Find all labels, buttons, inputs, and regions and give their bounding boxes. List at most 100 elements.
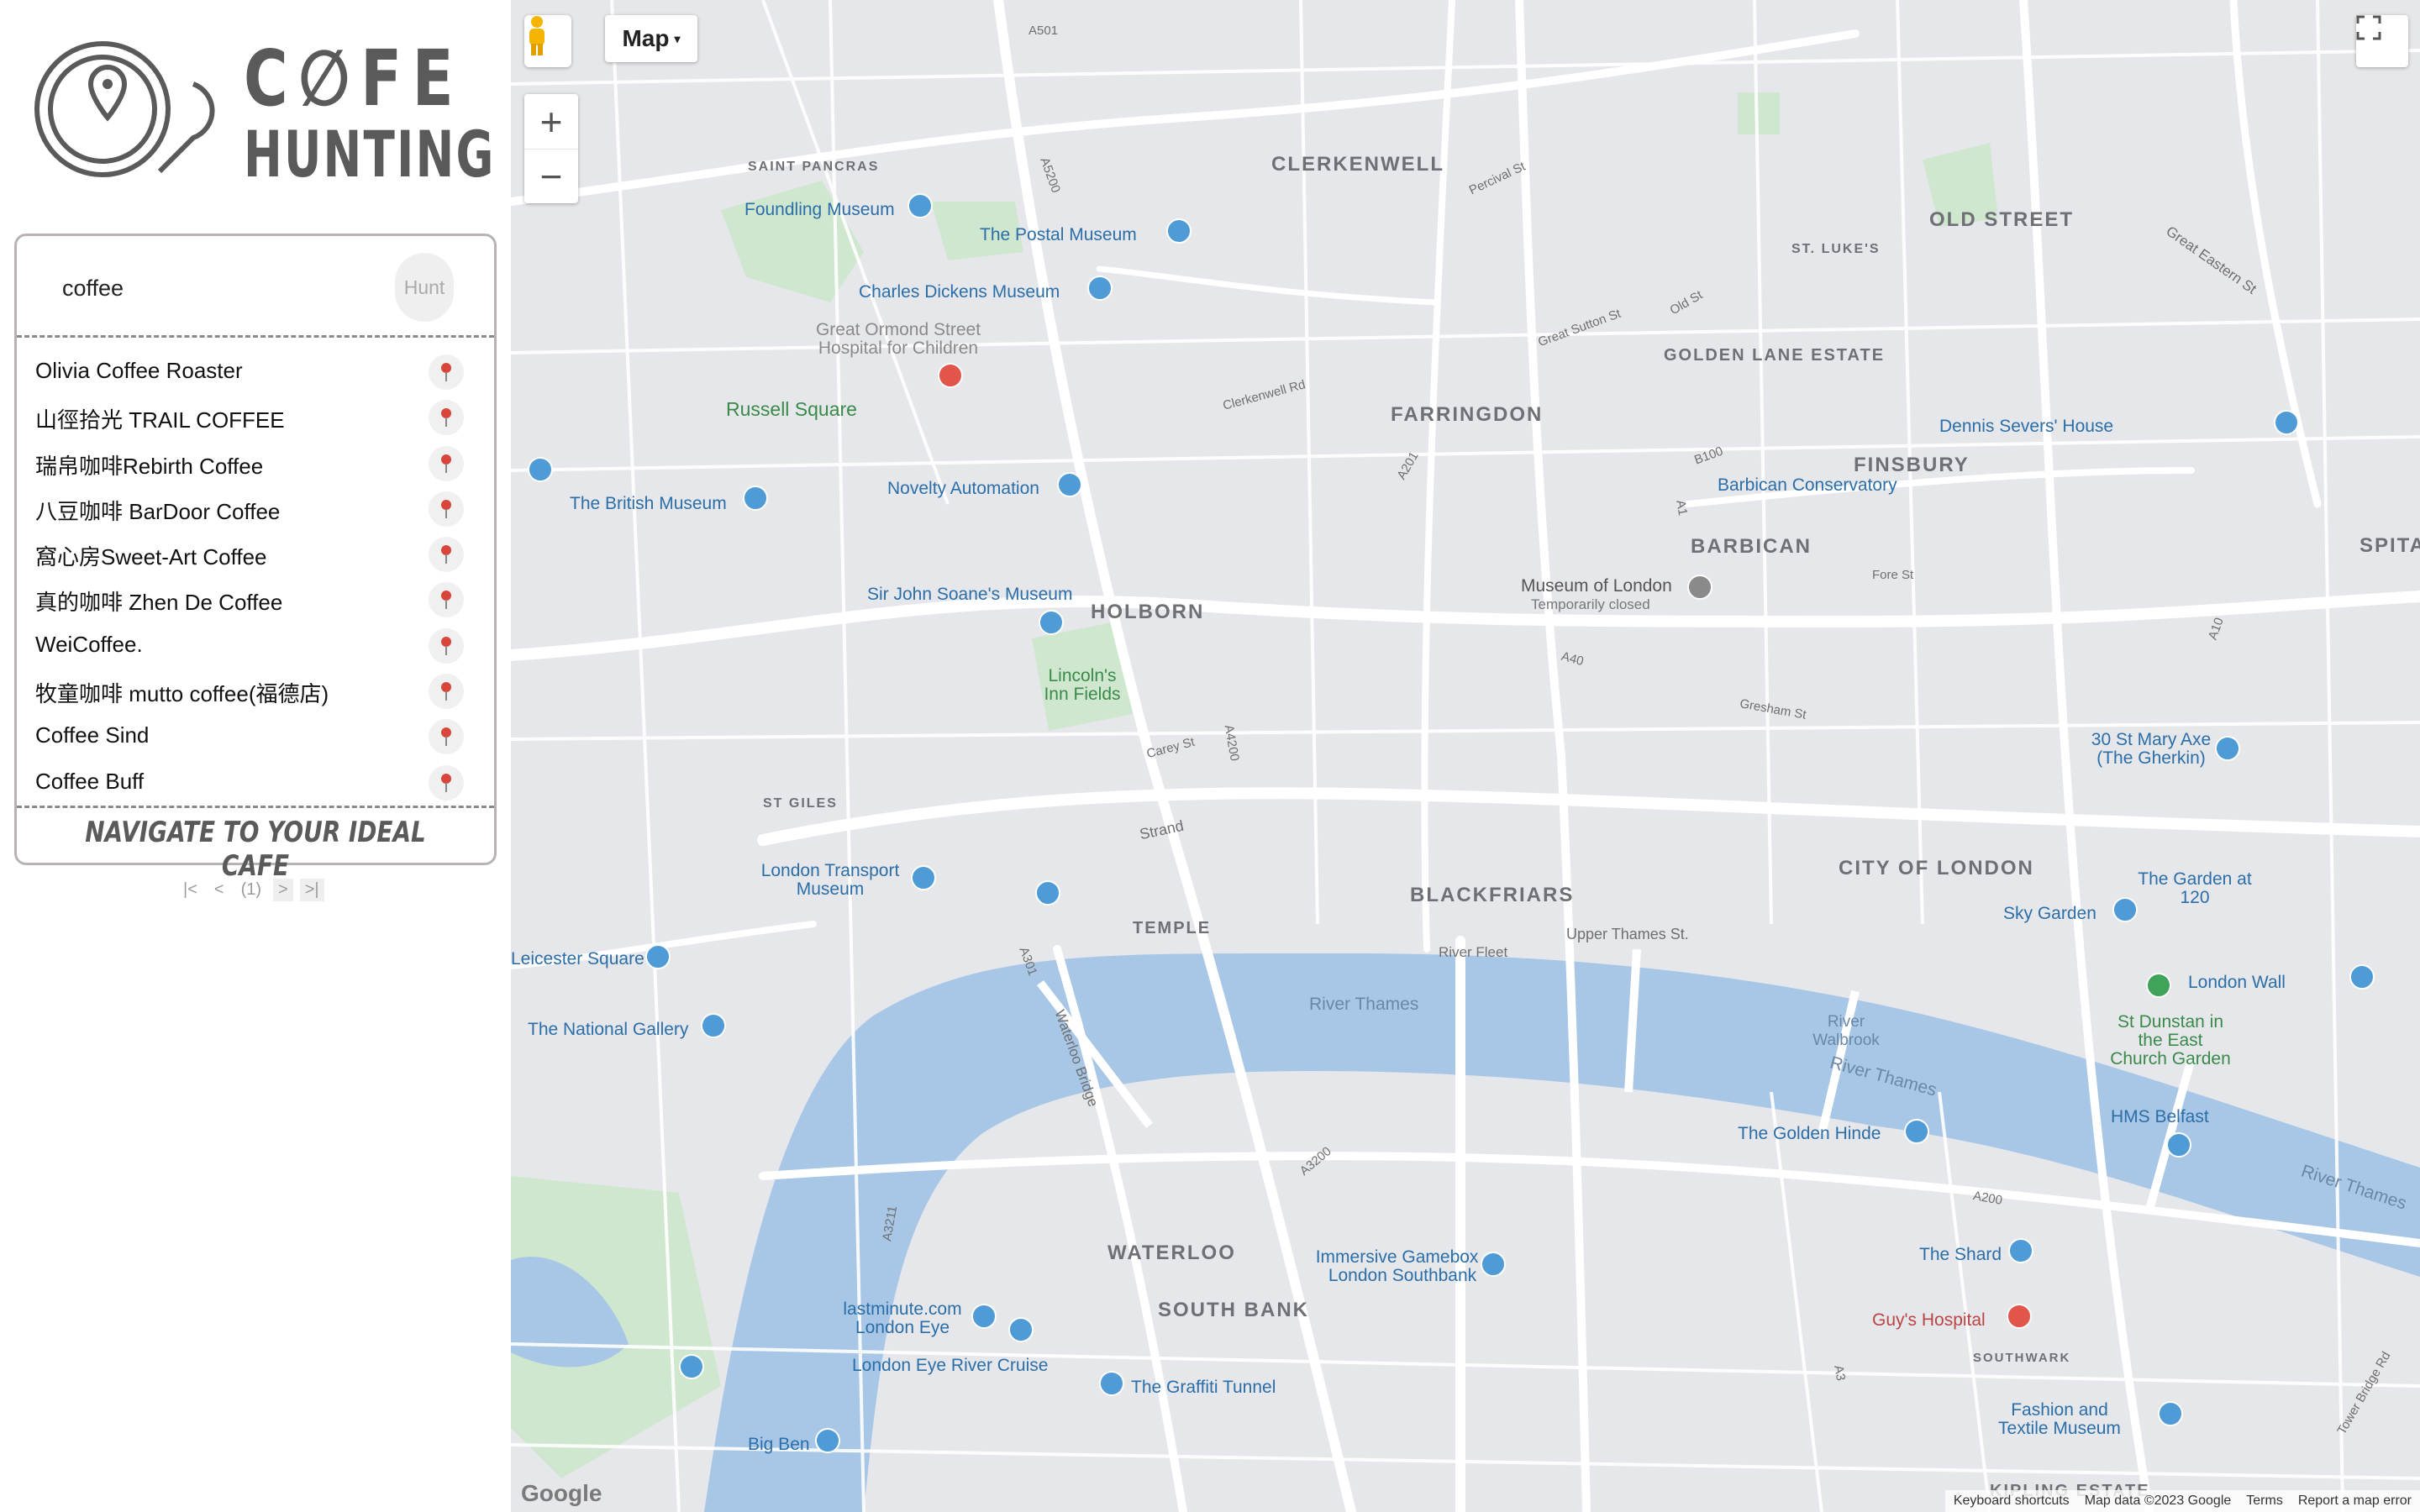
museum-icon[interactable] [2274,410,2299,435]
locate-pin-button[interactable] [429,719,464,755]
museum-icon[interactable] [971,1304,997,1329]
poi-label[interactable]: The Shard [1919,1245,2002,1265]
zoom-in-button[interactable]: + [524,94,578,149]
museum-icon[interactable] [2215,736,2240,761]
poi-label[interactable]: Foundling Museum [744,200,895,220]
result-item[interactable]: 八豆咖啡 BarDoor Coffee [17,486,494,532]
locate-pin-button[interactable] [429,764,464,801]
result-name[interactable]: 牧童咖啡 mutto coffee(福德店) [35,677,329,708]
poi-label[interactable]: Dennis Severs' House [1939,417,2113,437]
locate-pin-button[interactable] [429,491,464,527]
museum-icon[interactable] [743,486,768,511]
locate-pin-button[interactable] [429,537,464,573]
museum-icon[interactable] [815,1428,840,1453]
poi-label[interactable]: Sir John Soane's Museum [867,585,1072,605]
poi-label[interactable]: London Wall [2188,973,2286,993]
pager-last-button[interactable]: >| [299,879,324,901]
poi-label[interactable]: Guy's Hospital [1872,1310,1986,1331]
report-error-link[interactable]: Report a map error [2298,1494,2412,1509]
locate-pin-button[interactable] [429,674,464,710]
museum-icon[interactable] [1008,1317,1034,1342]
museum-icon[interactable] [1481,1252,1506,1277]
museum-icon[interactable] [2158,1401,2183,1426]
poi-label[interactable]: The Golden Hinde [1738,1124,1881,1144]
keyboard-shortcuts-link[interactable]: Keyboard shortcuts [1954,1494,2070,1509]
hospital-icon[interactable] [938,363,963,388]
result-name[interactable]: Coffee Buff [35,769,144,795]
result-item[interactable]: WeiCoffee. [17,623,494,669]
museum-icon[interactable] [1035,880,1060,906]
museum-icon[interactable] [2008,1238,2033,1263]
hunt-button[interactable]: Hunt [395,253,454,322]
pager-first-button[interactable]: |< [178,879,203,901]
museum-icon[interactable] [528,457,553,482]
poi-label[interactable]: The Postal Museum [980,225,1137,245]
locate-pin-button[interactable] [429,445,464,481]
poi-label[interactable]: The National Gallery [528,1020,688,1040]
poi-label[interactable]: Museum of London [1521,576,1672,596]
poi-label[interactable]: Novelty Automation [887,479,1039,499]
poi-label[interactable]: Fashion and Textile Museum [1996,1401,2123,1438]
result-name[interactable]: Olivia Coffee Roaster [35,358,243,384]
museum-icon[interactable] [645,944,671,969]
poi-label[interactable]: Immersive Gamebox - London Southbank [1306,1248,1499,1285]
garden-icon[interactable] [2146,973,2171,998]
fullscreen-button[interactable] [2356,15,2408,67]
app-logo[interactable]: C∅FE HUNTING [34,34,493,186]
poi-label[interactable]: Russell Square [726,398,857,421]
poi-label[interactable]: The Graffiti Tunnel [1131,1378,1276,1398]
pager-prev-button[interactable]: < [209,879,229,901]
locate-pin-button[interactable] [429,582,464,618]
result-name[interactable]: 八豆咖啡 BarDoor Coffee [35,495,280,526]
poi-label[interactable]: London Transport Museum [755,862,906,899]
result-name[interactable]: WeiCoffee. [35,632,143,658]
poi-label[interactable]: The Garden at 120 [2136,870,2254,907]
museum-icon[interactable] [1166,218,1192,244]
result-item[interactable]: 窩心房Sweet-Art Coffee [17,532,494,577]
poi-label[interactable]: Big Ben [748,1435,810,1455]
museum-icon[interactable] [2349,964,2375,990]
poi-label[interactable]: Charles Dickens Museum [859,282,1060,302]
poi-label[interactable]: Lincoln's Inn Fields [1040,667,1124,704]
pager-next-button[interactable]: > [273,879,293,901]
poi-label[interactable]: Barbican Conservatory [1718,475,1897,496]
museum-icon[interactable] [1099,1371,1124,1396]
museum-icon[interactable] [1039,610,1064,635]
poi-label[interactable]: The British Museum [570,494,727,514]
map-type-dropdown[interactable]: Map ▾ [605,15,697,62]
poi-label[interactable]: Leicester Square [511,949,644,969]
museum-icon[interactable] [2112,897,2138,922]
result-name[interactable]: 真的咖啡 Zhen De Coffee [35,585,282,617]
result-name[interactable]: 瑞帛咖啡Rebirth Coffee [35,449,263,480]
search-input[interactable] [62,268,381,308]
poi-label[interactable]: 30 St Mary Axe (The Gherkin) [2075,731,2227,768]
poi-label[interactable]: London Eye River Cruise [852,1356,1048,1376]
result-item[interactable]: 山徑拾光 TRAIL COFFEE [17,395,494,440]
museum-icon[interactable] [1087,276,1113,301]
poi-label[interactable]: lastminute.com London Eye [835,1300,970,1337]
result-item[interactable]: 瑞帛咖啡Rebirth Coffee [17,441,494,486]
result-name[interactable]: 窩心房Sweet-Art Coffee [35,540,267,571]
locate-pin-button[interactable] [429,400,464,436]
google-logo[interactable]: Google [521,1480,602,1507]
result-item[interactable]: Olivia Coffee Roaster [17,349,494,395]
result-item[interactable]: 真的咖啡 Zhen De Coffee [17,577,494,622]
museum-icon[interactable] [1057,472,1082,497]
poi-label[interactable]: Sky Garden [2003,904,2096,924]
poi-label[interactable]: Great Ormond Street Hospital for Childre… [810,321,986,358]
locate-pin-button[interactable] [429,354,464,390]
museum-icon[interactable] [701,1013,726,1038]
result-item[interactable]: Coffee Buff [17,760,494,806]
locate-pin-button[interactable] [429,627,464,664]
hospital-icon[interactable] [2007,1304,2032,1329]
museum-icon[interactable] [679,1354,704,1379]
poi-label[interactable]: HMS Belfast [2111,1107,2209,1127]
museum-icon[interactable] [908,193,933,218]
museum-icon[interactable] [2166,1132,2191,1158]
museum-icon[interactable] [1687,575,1712,600]
terms-link[interactable]: Terms [2246,1494,2283,1509]
museum-icon[interactable] [911,865,936,890]
result-name[interactable]: 山徑拾光 TRAIL COFFEE [35,403,285,434]
street-view-pegman[interactable] [524,15,571,67]
zoom-out-button[interactable]: − [524,149,578,203]
